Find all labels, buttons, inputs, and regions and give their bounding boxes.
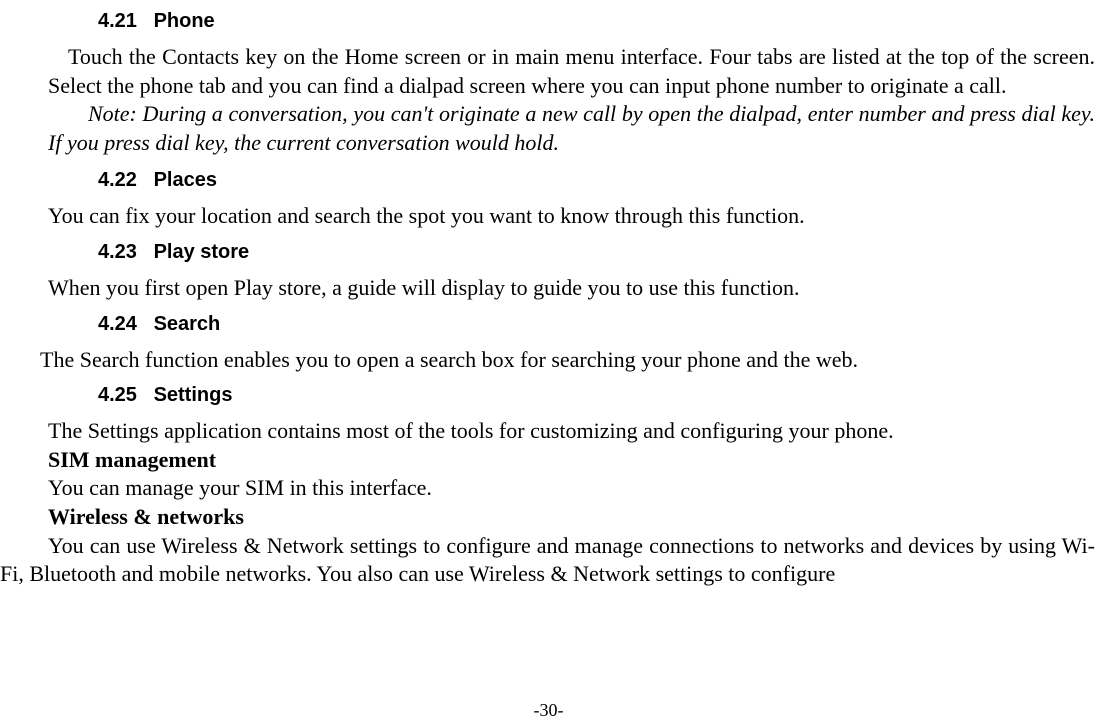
- paragraph-4-21: Touch the Contacts key on the Home scree…: [0, 43, 1097, 100]
- paragraph-4-24: The Search function enables you to open …: [0, 346, 1097, 375]
- heading-number: 4.21: [98, 10, 148, 33]
- page-number-footer: -30-: [0, 700, 1097, 721]
- subheading-sim-management: SIM management: [0, 446, 1097, 475]
- heading-number: 4.25: [98, 384, 148, 407]
- heading-4-22: 4.22 Places: [98, 169, 1097, 192]
- heading-title: Places: [154, 169, 217, 191]
- heading-4-23: 4.23 Play store: [98, 241, 1097, 264]
- paragraph-wireless-full: You can use Wireless & Network settings …: [0, 532, 1097, 589]
- heading-4-24: 4.24 Search: [98, 313, 1097, 336]
- note-text: Note: During a conversation, you can't o…: [48, 101, 1095, 155]
- heading-number: 4.24: [98, 313, 148, 336]
- wireless-body-text: You can use Wireless & Network settings …: [0, 532, 1095, 589]
- paragraph-4-23: When you first open Play store, a guide …: [0, 274, 1097, 303]
- para-prefix: When you first open: [48, 275, 228, 300]
- paragraph-sim-management: You can manage your SIM in this interfac…: [0, 474, 1097, 503]
- para-suffix: Play store, a guide will display to guid…: [234, 275, 800, 300]
- heading-title: Settings: [154, 384, 233, 406]
- paragraph-4-22: You can fix your location and search the…: [0, 202, 1097, 231]
- heading-title: Play store: [154, 241, 250, 263]
- subheading-wireless-networks: Wireless & networks: [0, 503, 1097, 532]
- note-4-21: Note: During a conversation, you can't o…: [0, 100, 1097, 157]
- heading-number: 4.22: [98, 169, 148, 192]
- document-page: 4.21 Phone Touch the Contacts key on the…: [0, 0, 1097, 589]
- heading-title: Phone: [154, 10, 215, 32]
- heading-number: 4.23: [98, 241, 148, 264]
- paragraph-4-25-intro: The Settings application contains most o…: [0, 417, 1097, 446]
- heading-4-25: 4.25 Settings: [98, 384, 1097, 407]
- heading-4-21: 4.21 Phone: [98, 10, 1097, 33]
- heading-title: Search: [154, 313, 221, 335]
